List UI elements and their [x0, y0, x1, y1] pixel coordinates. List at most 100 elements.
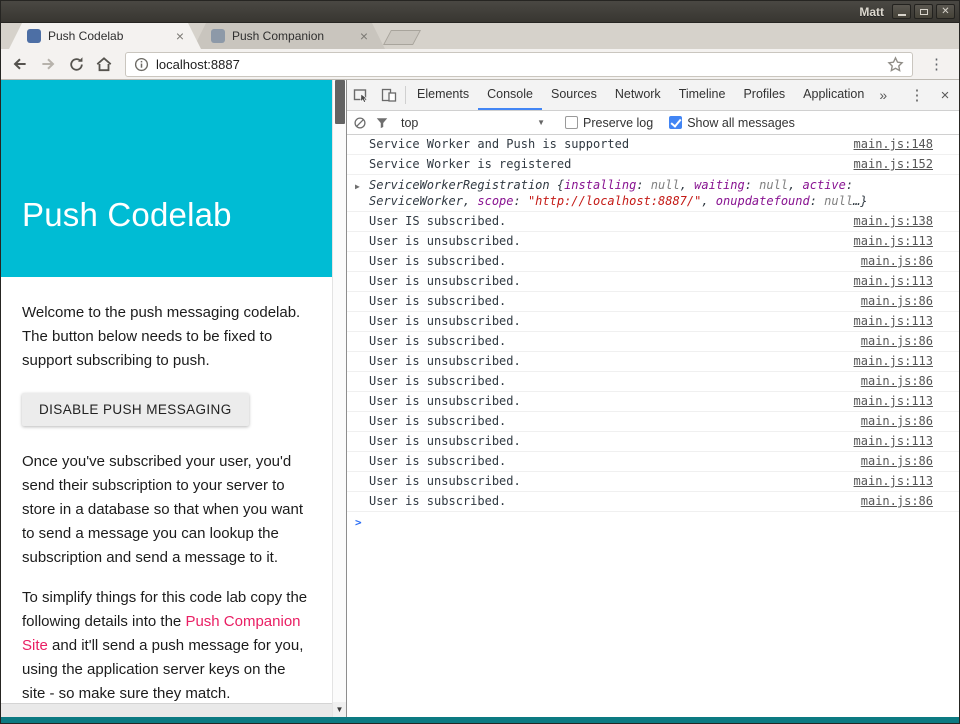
- console-message-text: User is subscribed.: [369, 414, 506, 429]
- console-message-text: User is subscribed.: [369, 454, 506, 469]
- console-source-link[interactable]: main.js:152: [842, 157, 933, 172]
- console-source-link[interactable]: main.js:86: [849, 334, 933, 349]
- object-token: waiting: [694, 178, 745, 192]
- console-row: User is subscribed. main.js:86: [347, 412, 959, 432]
- console-source-link[interactable]: main.js:148: [842, 137, 933, 152]
- execution-context-selector[interactable]: top ▼: [397, 116, 549, 130]
- devtools-tab-timeline[interactable]: Timeline: [670, 80, 735, 110]
- scroll-down-arrow-icon[interactable]: ▼: [333, 702, 346, 717]
- devtools-tab-elements[interactable]: Elements: [408, 80, 478, 110]
- devtools-tab-sources[interactable]: Sources: [542, 80, 606, 110]
- console-source-link[interactable]: main.js:113: [842, 354, 933, 369]
- intro-paragraph: Welcome to the push messaging codelab. T…: [22, 301, 311, 373]
- console-message-text: User is unsubscribed.: [369, 354, 521, 369]
- more-tabs-icon[interactable]: »: [873, 80, 893, 110]
- new-tab-button[interactable]: [383, 30, 421, 45]
- console-toolbar: top ▼ Preserve log Show all messages: [347, 111, 959, 135]
- console-source-link[interactable]: main.js:86: [849, 254, 933, 269]
- home-button[interactable]: [91, 51, 117, 77]
- object-token: "http://localhost:8887/": [528, 194, 701, 208]
- console-source-link[interactable]: main.js:113: [842, 394, 933, 409]
- inspect-element-button[interactable]: [347, 80, 375, 110]
- console-object-preview[interactable]: ServiceWorkerRegistration {installing: n…: [369, 177, 933, 209]
- console-source-link[interactable]: main.js:138: [842, 214, 933, 229]
- device-toolbar-button[interactable]: [375, 80, 403, 110]
- console-source-link[interactable]: main.js:86: [849, 414, 933, 429]
- tab-close-icon[interactable]: ×: [173, 28, 187, 44]
- maximize-button[interactable]: [914, 4, 933, 19]
- page-info-icon[interactable]: [134, 57, 149, 72]
- minimize-icon: [898, 14, 906, 16]
- tab-label: Push Companion: [232, 29, 357, 43]
- filter-icon[interactable]: [375, 116, 389, 130]
- object-token: ,: [680, 178, 694, 192]
- object-token: :: [745, 178, 759, 192]
- console-message-text: User is subscribed.: [369, 374, 506, 389]
- devtools-tab-application[interactable]: Application: [794, 80, 873, 110]
- window-title: Matt: [859, 5, 892, 19]
- web-page: Push Codelab Welcome to the push messagi…: [1, 80, 332, 717]
- object-token: {: [557, 178, 564, 192]
- url-text[interactable]: localhost:8887: [156, 57, 880, 72]
- disable-push-button[interactable]: DISABLE PUSH MESSAGING: [22, 393, 249, 426]
- object-token: installing: [564, 178, 636, 192]
- devtools-tabbar: ElementsConsoleSourcesNetworkTimelinePro…: [347, 80, 959, 111]
- console-source-link[interactable]: main.js:113: [842, 434, 933, 449]
- console-source-link[interactable]: main.js:113: [842, 314, 933, 329]
- disclosure-triangle-icon[interactable]: ▶: [355, 179, 360, 194]
- console-source-link[interactable]: main.js:113: [842, 274, 933, 289]
- browser-menu-icon[interactable]: ⋮: [921, 55, 953, 73]
- browser-tab-push-companion[interactable]: Push Companion ×: [193, 23, 385, 49]
- devtools-tab-profiles[interactable]: Profiles: [734, 80, 794, 110]
- tab-favicon: [27, 29, 41, 43]
- console-source-link[interactable]: main.js:86: [849, 294, 933, 309]
- page-scrollbar[interactable]: ▼: [332, 80, 346, 717]
- devtools-panel: ElementsConsoleSourcesNetworkTimelinePro…: [346, 80, 959, 717]
- show-all-messages-checkbox[interactable]: [669, 116, 682, 129]
- back-icon: [11, 55, 29, 73]
- window-controls: ✕: [892, 4, 955, 19]
- console-source-link[interactable]: main.js:113: [842, 474, 933, 489]
- object-token: :: [810, 194, 824, 208]
- toolbar-divider: [405, 86, 406, 104]
- console-row: User is subscribed.main.js:86: [347, 332, 959, 352]
- devtools-menu-icon[interactable]: ⋮: [903, 80, 931, 110]
- preserve-log-checkbox[interactable]: [565, 116, 578, 129]
- object-token: ,: [701, 194, 715, 208]
- scrollbar-thumb[interactable]: [335, 80, 345, 124]
- paragraph-text: and it'll send a push message for you, u…: [22, 637, 303, 702]
- browser-tab-push-codelab[interactable]: Push Codelab ×: [9, 23, 201, 49]
- address-bar[interactable]: localhost:8887: [125, 52, 913, 77]
- content-area: Push Codelab Welcome to the push messagi…: [1, 80, 959, 717]
- devtools-controls: ⋮ ×: [903, 80, 959, 110]
- console-row: Service Worker is registeredmain.js:152: [347, 155, 959, 175]
- preserve-log-option[interactable]: Preserve log: [565, 116, 653, 130]
- console-source-link[interactable]: main.js:86: [849, 494, 933, 509]
- maximize-icon: [920, 9, 928, 15]
- devtools-tab-network[interactable]: Network: [606, 80, 670, 110]
- console-source-link[interactable]: main.js:86: [849, 454, 933, 469]
- console-row: User IS subscribed.main.js:138: [347, 212, 959, 232]
- back-button[interactable]: [7, 51, 33, 77]
- object-token: ,: [788, 178, 802, 192]
- reload-button[interactable]: [63, 51, 89, 77]
- console-source-link[interactable]: main.js:113: [842, 234, 933, 249]
- clear-console-icon[interactable]: [353, 116, 367, 130]
- console-source-link[interactable]: main.js:86: [849, 374, 933, 389]
- devtools-tab-console[interactable]: Console: [478, 80, 542, 110]
- console-row: User is unsubscribed. main.js:113: [347, 232, 959, 252]
- console-message-text: User is unsubscribed.: [369, 234, 521, 249]
- console-prompt-icon[interactable]: >: [347, 512, 959, 529]
- window-titlebar[interactable]: Matt ✕: [1, 1, 959, 23]
- page-title: Push Codelab: [22, 196, 332, 234]
- forward-button[interactable]: [35, 51, 61, 77]
- tab-close-icon[interactable]: ×: [357, 28, 371, 44]
- close-icon: ✕: [941, 7, 949, 17]
- forward-icon: [39, 55, 57, 73]
- bookmark-star-icon[interactable]: [887, 56, 904, 73]
- close-button[interactable]: ✕: [936, 4, 955, 19]
- show-all-messages-option[interactable]: Show all messages: [669, 116, 795, 130]
- minimize-button[interactable]: [892, 4, 911, 19]
- devtools-close-icon[interactable]: ×: [931, 80, 959, 110]
- object-token: ServiceWorker: [369, 194, 463, 208]
